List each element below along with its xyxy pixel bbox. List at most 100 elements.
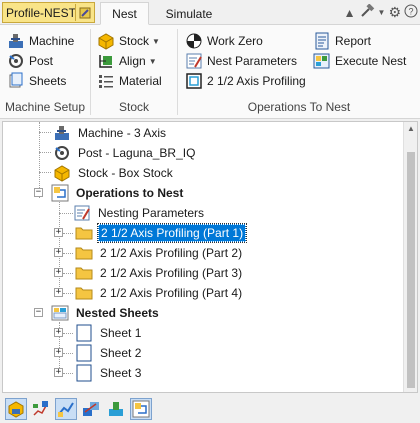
expand-toggle[interactable]: + <box>54 228 63 237</box>
tree-item-label: 2 1/2 Axis Profiling (Part 3) <box>100 266 243 280</box>
pin-icon[interactable] <box>75 4 93 21</box>
nest-view-button[interactable] <box>130 398 152 420</box>
tree-item-label: Nesting Parameters <box>98 206 205 220</box>
report-button[interactable]: Report <box>313 31 371 51</box>
tree-item-nested-sheets[interactable]: Nested Sheets <box>51 303 161 323</box>
tree-item-label: Post - Laguna_BR_IQ <box>78 146 196 160</box>
help-icon[interactable]: ? <box>404 4 418 21</box>
operations-icon <box>51 184 69 202</box>
tree-item-operation[interactable]: 2 1/2 Axis Profiling (Part 1) <box>75 223 248 243</box>
bottom-toolbar <box>0 395 420 423</box>
profiling-icon <box>186 73 202 89</box>
tree-item-label: Stock - Box Stock <box>78 166 173 180</box>
machine-button[interactable]: Machine <box>7 31 74 51</box>
tree-item-sheet[interactable]: Sheet 2 <box>75 343 143 363</box>
scroll-thumb[interactable] <box>407 152 415 388</box>
folder-icon <box>75 247 93 260</box>
tree-scrollbar[interactable]: ▲ <box>403 122 417 392</box>
simulation-view-button[interactable] <box>105 398 127 420</box>
align-button[interactable]: Align ▼ <box>97 51 157 71</box>
ribbon: Machine Post Sheets Machine Setup Stock … <box>0 25 420 119</box>
tree-item-operation[interactable]: 2 1/2 Axis Profiling (Part 2) <box>75 243 244 263</box>
post-icon <box>9 54 23 68</box>
expand-toggle[interactable]: + <box>54 288 63 297</box>
tree-connector <box>63 273 73 274</box>
nested-sheets-icon <box>51 305 69 321</box>
report-label: Report <box>335 34 372 48</box>
execute-nest-button[interactable]: Execute Nest <box>313 51 406 71</box>
hammer-icon[interactable] <box>359 3 375 21</box>
expand-toggle[interactable]: + <box>54 248 63 257</box>
machine-operations-tree[interactable]: Machine - 3 Axis Post - Laguna_BR_IQ Sto… <box>2 121 418 393</box>
post-icon <box>55 146 69 160</box>
expand-toggle[interactable]: + <box>54 328 63 337</box>
collapse-toggle[interactable]: − <box>34 308 43 317</box>
post-button[interactable]: Post <box>7 51 53 71</box>
folder-icon <box>75 267 93 280</box>
tree-item-operation[interactable]: 2 1/2 Axis Profiling (Part 4) <box>75 283 244 303</box>
sheets-button[interactable]: Sheets <box>7 71 66 91</box>
profiling-button[interactable]: 2 1/2 Axis Profiling <box>185 71 306 91</box>
tree-item-label: Nested Sheets <box>76 306 159 320</box>
work-zero-button[interactable]: Work Zero <box>185 31 263 51</box>
tab-simulate[interactable]: Simulate <box>158 2 220 25</box>
tree-item-nesting-parameters[interactable]: Nesting Parameters <box>73 203 206 223</box>
nest-parameters-button[interactable]: Nest Parameters <box>185 51 297 71</box>
machine-icon <box>55 126 69 140</box>
toolpath-icon <box>33 401 48 416</box>
nest-parameters-icon <box>74 205 90 221</box>
stock-button[interactable]: Stock ▼ <box>97 31 160 51</box>
align-label: Align <box>119 54 146 68</box>
execute-nest-icon <box>313 53 330 69</box>
sheets-icon <box>9 72 23 88</box>
tab-bar: Profile-NEST Nest Simulate ▲ ▼ ⚙ ? <box>0 0 420 25</box>
simulation-icon <box>109 402 123 416</box>
tree-connector <box>63 333 73 334</box>
tree-item-operations-to-nest[interactable]: Operations to Nest <box>51 183 185 203</box>
tree-item-label: Operations to Nest <box>76 186 184 200</box>
scroll-up-icon[interactable]: ▲ <box>407 124 415 133</box>
expand-toggle[interactable]: + <box>54 348 63 357</box>
tree-item-label: 2 1/2 Axis Profiling (Part 4) <box>100 286 243 300</box>
tree-item-stock[interactable]: Stock - Box Stock <box>53 163 175 183</box>
expand-toggle[interactable]: + <box>54 268 63 277</box>
chevron-down-icon: ▼ <box>152 36 160 46</box>
work-zero-icon <box>186 33 202 49</box>
folder-icon <box>75 287 93 300</box>
operations-view-icon <box>58 402 74 417</box>
group-label-stock: Stock <box>118 100 149 114</box>
profiling-label: 2 1/2 Axis Profiling <box>207 74 306 88</box>
material-button[interactable]: Material <box>97 71 162 91</box>
tree-connector <box>63 373 73 374</box>
machine-view-button[interactable] <box>5 398 27 420</box>
gear-icon[interactable]: ⚙ <box>388 4 401 21</box>
tree-item-machine[interactable]: Machine - 3 Axis <box>53 123 168 143</box>
tree-connector <box>39 132 51 133</box>
tree-item-sheet[interactable]: Sheet 1 <box>75 323 143 343</box>
work-zero-label: Work Zero <box>207 34 263 48</box>
toolpath-view-button[interactable] <box>30 398 52 420</box>
align-icon <box>99 55 112 68</box>
tree-connector <box>39 152 51 153</box>
operations-view-button[interactable] <box>55 398 77 420</box>
tree-connector <box>63 353 73 354</box>
chevron-down-icon[interactable]: ▼ <box>378 8 386 17</box>
stock-box-icon <box>54 165 70 182</box>
tree-item-operation[interactable]: 2 1/2 Axis Profiling (Part 3) <box>75 263 244 283</box>
tree-connector <box>63 253 73 254</box>
machine-view-icon <box>8 401 24 418</box>
material-label: Material <box>119 74 162 88</box>
machine-icon <box>9 34 23 48</box>
machine-label: Machine <box>29 34 75 48</box>
tree-item-label: Machine - 3 Axis <box>78 126 167 140</box>
tree-connector <box>63 293 73 294</box>
collapse-toggle[interactable]: − <box>34 188 43 197</box>
tree-item-post[interactable]: Post - Laguna_BR_IQ <box>53 143 197 163</box>
stock-view-button[interactable] <box>80 398 102 420</box>
tree-item-sheet[interactable]: Sheet 3 <box>75 363 143 383</box>
tab-profile-nest[interactable]: Profile-NEST <box>2 2 95 23</box>
group-label-operations: Operations To Nest <box>247 100 351 114</box>
triangle-up-icon[interactable]: ▲ <box>344 6 356 20</box>
expand-toggle[interactable]: + <box>54 368 63 377</box>
tab-nest[interactable]: Nest <box>100 2 149 25</box>
